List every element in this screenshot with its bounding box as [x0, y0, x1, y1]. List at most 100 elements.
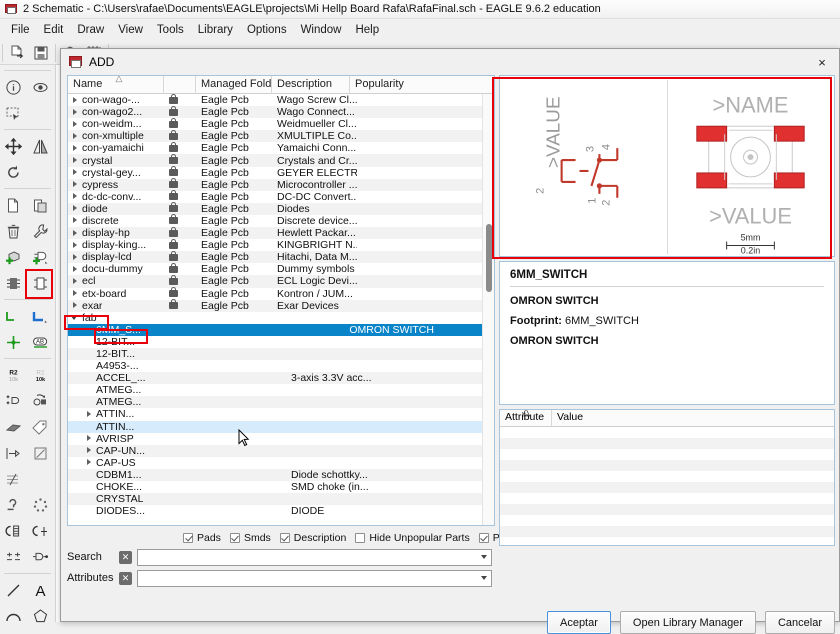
menu-tools[interactable]: Tools: [150, 21, 191, 39]
table-row[interactable]: diode Eagle Pcb Diodes: [68, 202, 494, 215]
chevron-right-icon[interactable]: [71, 204, 80, 213]
chevron-right-icon[interactable]: [85, 458, 94, 467]
net-icon[interactable]: [0, 303, 27, 329]
wrench-icon[interactable]: [27, 218, 54, 244]
bus-icon[interactable]: [27, 303, 54, 329]
table-row[interactable]: DIODES... DIODE: [68, 505, 494, 517]
chevron-right-icon[interactable]: [71, 132, 80, 141]
menu-view[interactable]: View: [111, 21, 150, 39]
paste-icon[interactable]: [27, 192, 54, 218]
table-row[interactable]: con-wago2... Eagle Pcb Wago Connect...: [68, 105, 494, 119]
chevron-right-icon[interactable]: [71, 229, 80, 238]
table-row[interactable]: cypress Eagle Pcb Microcontroller ...: [68, 178, 494, 191]
chevron-right-icon[interactable]: [71, 120, 80, 129]
chevron-right-icon[interactable]: [71, 168, 80, 177]
chevron-right-icon[interactable]: [71, 216, 80, 225]
menu-window[interactable]: Window: [294, 21, 349, 39]
table-row[interactable]: CRYSTAL: [68, 493, 494, 506]
polygon-edit-icon[interactable]: [27, 440, 54, 466]
checkbox-box[interactable]: [229, 533, 240, 543]
checkbox-description[interactable]: Description: [279, 532, 346, 544]
chevron-right-icon[interactable]: [71, 265, 80, 274]
add-attribute-icon[interactable]: [0, 388, 27, 414]
value-r2-icon[interactable]: R2 10k: [0, 362, 27, 388]
column-header-popularity[interactable]: Popularity: [350, 76, 492, 94]
column-header-attribute[interactable]: △ Attribute: [500, 410, 552, 426]
chevron-down-icon[interactable]: [481, 554, 487, 559]
table-row[interactable]: 12-BIT...: [68, 347, 494, 361]
group-select-icon[interactable]: [0, 100, 27, 126]
table-row[interactable]: con-xmultiple Eagle Pcb XMULTIPLE Co...: [68, 129, 494, 143]
chevron-down-icon[interactable]: [481, 575, 487, 580]
menu-library[interactable]: Library: [191, 21, 240, 39]
table-row[interactable]: AVRISP: [68, 433, 494, 445]
text-icon[interactable]: A: [27, 577, 54, 603]
new-file-icon[interactable]: [5, 42, 29, 64]
chevron-right-icon[interactable]: [71, 180, 80, 189]
smash-tool-icon[interactable]: [0, 414, 27, 440]
move-icon[interactable]: [0, 133, 27, 159]
table-row[interactable]: docu-dummy Eagle Pcb Dummy symbols: [68, 262, 494, 275]
attributes-input[interactable]: [138, 570, 491, 586]
chevron-right-icon[interactable]: [71, 289, 80, 298]
checkbox-box[interactable]: [478, 533, 489, 543]
library-tree[interactable]: △Name Managed Folder Description Popular…: [67, 75, 495, 526]
table-row[interactable]: CAP-US: [68, 457, 494, 469]
menu-draw[interactable]: Draw: [70, 21, 111, 39]
chevron-right-icon[interactable]: [85, 410, 94, 419]
table-row[interactable]: exar Eagle Pcb Exar Devices: [68, 299, 494, 312]
column-header-managed-folder[interactable]: Managed Folder: [196, 76, 272, 94]
table-row[interactable]: CAP-UN...: [68, 444, 494, 457]
column-header-value[interactable]: Value: [552, 410, 834, 426]
table-row[interactable]: ATTIN...: [68, 408, 494, 420]
accept-button[interactable]: Aceptar: [546, 611, 611, 634]
tag-icon[interactable]: [27, 414, 54, 440]
scrollbar-thumb[interactable]: [486, 224, 492, 292]
checkbox-box[interactable]: [183, 533, 193, 543]
table-row[interactable]: dc-dc-conv... Eagle Pcb DC-DC Convert...: [68, 190, 494, 203]
table-row[interactable]: 12-BIT...: [68, 336, 494, 348]
table-row[interactable]: ATMEG...: [68, 396, 494, 409]
table-row[interactable]: discrete Eagle Pcb Discrete device...: [68, 214, 494, 227]
clear-search-icon[interactable]: ✕: [119, 550, 132, 564]
table-row[interactable]: con-weidm... Eagle Pcb Weidmueller Cl...: [68, 117, 494, 130]
chevron-right-icon[interactable]: [71, 192, 80, 201]
package-add-icon[interactable]: [0, 244, 27, 270]
save-icon[interactable]: [29, 42, 53, 64]
chevron-right-icon[interactable]: [71, 144, 80, 153]
table-row[interactable]: con-yamaichi Eagle Pcb Yamaichi Conn...: [68, 141, 494, 154]
smash-icon[interactable]: [27, 388, 54, 414]
name-r2-icon[interactable]: R2 10k: [27, 362, 54, 388]
pinswap-icon[interactable]: [0, 544, 27, 570]
open-library-manager-button[interactable]: Open Library Manager: [619, 611, 756, 634]
chevron-right-icon[interactable]: [71, 96, 80, 105]
attributes-table[interactable]: △ Attribute Value: [499, 409, 835, 546]
checkbox-pads[interactable]: Pads: [183, 532, 221, 544]
table-row[interactable]: crystal Eagle Pcb Crystals and Cr...: [68, 154, 494, 167]
invoke-icon[interactable]: [27, 544, 54, 570]
attributes-combo[interactable]: [137, 569, 492, 587]
table-row[interactable]: etx-board Eagle Pcb Kontron / JUM...: [68, 287, 494, 300]
table-row[interactable]: CHOKE... SMD choke (in...: [68, 481, 494, 493]
gate-swap-icon[interactable]: [27, 270, 54, 296]
replace-icon[interactable]: [0, 270, 27, 296]
checkbox-box[interactable]: [279, 533, 290, 543]
table-row[interactable]: fab: [68, 312, 494, 324]
info-icon[interactable]: [0, 74, 27, 100]
search-input[interactable]: [138, 549, 491, 565]
column-header-name[interactable]: △ Name: [68, 76, 164, 94]
menu-help[interactable]: Help: [348, 21, 386, 39]
search-combo[interactable]: [137, 548, 492, 566]
copy-net-icon[interactable]: [0, 518, 27, 544]
label-ab-icon[interactable]: AB: [27, 329, 54, 355]
chevron-right-icon[interactable]: [71, 253, 80, 262]
polygon-icon[interactable]: [27, 603, 54, 629]
line-icon[interactable]: [0, 577, 27, 603]
column-header-lock[interactable]: [164, 76, 196, 94]
table-row[interactable]: CDBM1... Diode schottky...: [68, 468, 494, 481]
junction-icon[interactable]: [0, 329, 27, 355]
clear-attributes-icon[interactable]: ✕: [119, 571, 132, 585]
chevron-right-icon[interactable]: [71, 277, 80, 286]
frame-icon[interactable]: [0, 440, 27, 466]
table-row[interactable]: display-hp Eagle Pcb Hewlett Packar...: [68, 226, 494, 240]
